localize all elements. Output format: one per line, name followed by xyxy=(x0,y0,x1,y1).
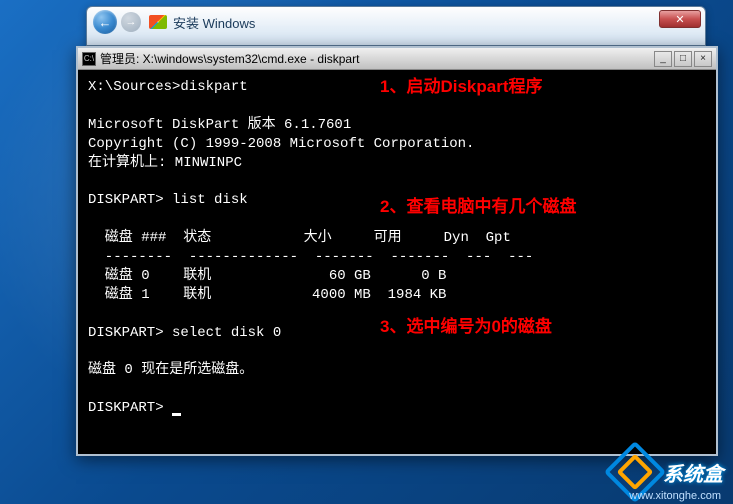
table-row: 磁盘 1 联机 4000 MB 1984 KB xyxy=(88,287,446,303)
terminal-line: DISKPART> list disk xyxy=(88,192,248,208)
installer-title: 安装 Windows xyxy=(173,13,255,32)
cmd-title-text: 管理员: X:\windows\system32\cmd.exe - diskp… xyxy=(100,50,654,67)
installer-window: ← → 安装 Windows ✕ xyxy=(86,6,706,46)
minimize-button[interactable]: _ xyxy=(654,51,672,67)
installer-close-button[interactable]: ✕ xyxy=(659,10,701,28)
watermark: 系统盒 xyxy=(613,450,723,494)
cmd-titlebar[interactable]: C:\ 管理员: X:\windows\system32\cmd.exe - d… xyxy=(78,48,716,70)
terminal-line: Microsoft DiskPart 版本 6.1.7601 xyxy=(88,117,351,133)
nav-back-button[interactable]: ← xyxy=(93,10,117,34)
cmd-icon: C:\ xyxy=(82,52,96,66)
cmd-window: C:\ 管理员: X:\windows\system32\cmd.exe - d… xyxy=(76,46,718,456)
nav-forward-button: → xyxy=(121,12,141,32)
annotation-3: 3、选中编号为0的磁盘 xyxy=(380,316,552,339)
table-row: 磁盘 0 联机 60 GB 0 B xyxy=(88,268,446,284)
table-divider: -------- ------------- ------- ------- -… xyxy=(88,249,533,265)
annotation-1: 1、启动Diskpart程序 xyxy=(380,76,542,99)
watermark-url: www.xitonghe.com xyxy=(629,490,721,502)
watermark-brand: 系统盒 xyxy=(663,458,723,487)
terminal-line: 磁盘 0 现在是所选磁盘。 xyxy=(88,362,253,378)
cursor-icon xyxy=(172,413,181,416)
installer-titlebar: ← → 安装 Windows xyxy=(87,7,705,37)
maximize-button[interactable]: □ xyxy=(674,51,692,67)
annotation-2: 2、查看电脑中有几个磁盘 xyxy=(380,196,576,219)
terminal-line: DISKPART> select disk 0 xyxy=(88,325,281,341)
terminal-line: 在计算机上: MINWINPC xyxy=(88,155,242,171)
terminal-prompt: DISKPART> xyxy=(88,400,172,416)
table-header: 磁盘 ### 状态 大小 可用 Dyn Gpt xyxy=(88,230,511,246)
terminal-line: X:\Sources>diskpart xyxy=(88,79,248,95)
terminal-line: Copyright (C) 1999-2008 Microsoft Corpor… xyxy=(88,136,474,152)
windows-flag-icon xyxy=(149,15,167,29)
window-controls: _ □ × xyxy=(654,51,712,67)
close-button[interactable]: × xyxy=(694,51,712,67)
watermark-logo-icon xyxy=(613,450,657,494)
terminal-body[interactable]: X:\Sources>diskpart Microsoft DiskPart 版… xyxy=(78,70,716,454)
